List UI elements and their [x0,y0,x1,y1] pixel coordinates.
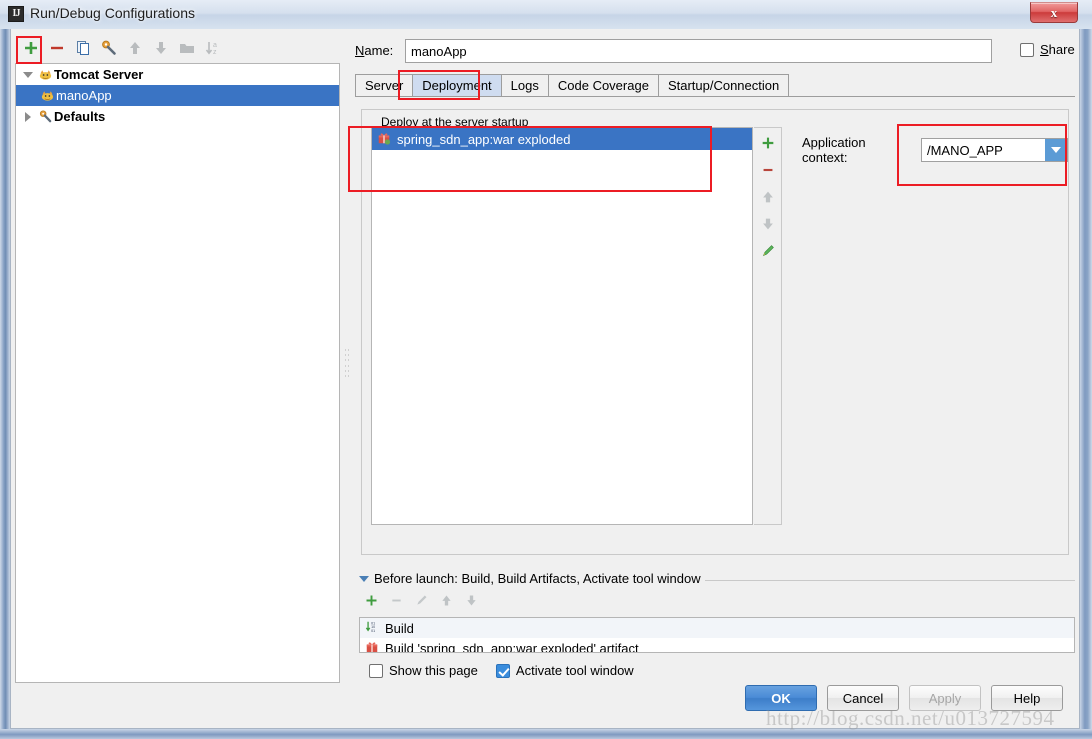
window-title: Run/Debug Configurations [30,5,195,21]
edit-artifact-pencil-icon[interactable] [756,240,780,262]
title-bar: IJ Run/Debug Configurations x [0,0,1092,29]
expand-arrow-icon[interactable] [20,64,36,85]
remove-configuration-button[interactable] [45,36,69,60]
move-task-up-button[interactable] [438,591,454,609]
activate-tool-window-checkbox[interactable]: Activate tool window [495,663,634,678]
tree-node-defaults[interactable]: Defaults [16,106,339,127]
activate-tool-window-label: Activate tool window [515,663,634,678]
application-context-row: Application context: /MANO_APP [802,135,1068,165]
move-configuration-up-button[interactable] [123,36,147,60]
configurations-tree[interactable]: Tomcat Server manoApp Defaults [15,63,340,683]
build-icon: 01 10 01 [365,620,379,637]
cancel-button[interactable]: Cancel [827,685,899,711]
ok-button[interactable]: OK [745,685,817,711]
tab-logs[interactable]: Logs [500,74,549,96]
pane-splitter[interactable] [342,33,352,683]
wrench-icon [36,109,54,124]
list-item[interactable]: spring_sdn_app:war exploded [372,128,752,150]
configurations-pane: a z Tomcat Server manoApp Defaults [15,33,340,683]
task-label: Build [385,620,414,636]
svg-text:a: a [213,42,217,49]
tree-node-tomcat-server[interactable]: Tomcat Server [16,64,339,85]
window-frame-right [1080,0,1092,739]
window-frame-bottom [0,729,1092,739]
add-artifact-button[interactable] [756,132,780,154]
apply-button: Apply [909,685,981,711]
share-checkbox-box[interactable] [1020,42,1034,57]
close-icon: x [1050,5,1058,20]
configurations-toolbar: a z [15,33,340,63]
name-label: Name: [355,43,394,58]
activate-tool-window-checkbox-box[interactable] [495,663,510,678]
splitter-handle[interactable] [344,349,350,377]
svg-text:01: 01 [371,628,375,632]
artifact-icon [377,131,391,148]
before-launch-header[interactable]: Before launch: Build, Build Artifacts, A… [359,571,701,586]
configuration-editor-pane: Name: Share Server Deployment Logs Code … [355,33,1075,683]
deployment-panel: Deploy at the server startup spring_sdn_… [355,97,1075,567]
add-task-button[interactable] [363,591,379,609]
run-debug-configurations-window: IJ Run/Debug Configurations x a z Tomcat… [0,0,1092,739]
edit-task-pencil-icon[interactable] [413,591,429,609]
remove-task-button[interactable] [388,591,404,609]
chevron-down-icon[interactable] [1045,139,1067,161]
deployment-artifacts-list[interactable]: spring_sdn_app:war exploded [371,127,753,525]
copy-configuration-button[interactable] [71,36,95,60]
list-item[interactable]: 01 10 01 Build [360,618,1074,638]
application-context-value[interactable]: /MANO_APP [922,143,1045,158]
tree-node-manoapp[interactable]: manoApp [16,85,339,106]
intellij-idea-icon: IJ [8,6,24,22]
application-context-combobox[interactable]: /MANO_APP [920,138,1068,162]
add-configuration-button[interactable] [19,36,43,60]
artifact-toolbar [754,127,782,525]
sort-configurations-button[interactable]: a z [201,36,225,60]
svg-text:z: z [213,49,217,56]
tab-server[interactable]: Server [355,74,414,96]
chevron-down-icon[interactable] [359,575,369,582]
before-launch-options: Show this page Activate tool window [369,663,634,678]
help-button[interactable]: Help [991,685,1063,711]
move-artifact-down-button[interactable] [756,213,780,235]
before-launch-toolbar [363,591,479,609]
window-frame-left [0,0,10,739]
share-label: Share [1040,42,1075,57]
collapse-arrow-icon[interactable] [20,106,36,127]
show-this-page-checkbox[interactable]: Show this page [369,663,478,678]
before-launch-task-list[interactable]: 01 10 01 Build Build 'spring_sdn_app:war… [359,617,1075,653]
edit-defaults-wrench-icon[interactable] [97,36,121,60]
tree-node-label: Defaults [54,109,106,124]
tree-node-label: manoApp [56,88,112,103]
editor-tabs: Server Deployment Logs Code Coverage Sta… [355,74,1075,97]
deploy-at-startup-group: Deploy at the server startup spring_sdn_… [361,109,1069,555]
move-configuration-down-button[interactable] [149,36,173,60]
move-task-down-button[interactable] [463,591,479,609]
tomcat-icon [38,88,56,103]
share-checkbox[interactable]: Share [1020,42,1075,57]
tab-startup-connection[interactable]: Startup/Connection [657,74,790,96]
show-this-page-label: Show this page [389,663,478,678]
tab-code-coverage[interactable]: Code Coverage [547,74,659,96]
task-label: Build 'spring_sdn_app:war exploded' arti… [385,640,639,653]
artifact-icon [365,640,379,653]
artifact-label: spring_sdn_app:war exploded [397,131,571,147]
remove-artifact-button[interactable] [756,159,780,181]
tomcat-icon [36,67,54,82]
new-folder-button[interactable] [175,36,199,60]
before-launch-section: Before launch: Build, Build Artifacts, A… [355,571,1075,683]
tree-node-label: Tomcat Server [54,67,144,82]
before-launch-title: Before launch: Build, Build Artifacts, A… [374,571,701,586]
application-context-label: Application context: [802,135,866,165]
dialog-button-bar: OK Cancel Apply Help [11,678,1079,718]
close-button[interactable]: x [1030,2,1078,23]
list-item[interactable]: Build 'spring_sdn_app:war exploded' arti… [360,638,1074,653]
name-row: Name: Share [355,39,1075,63]
name-input[interactable] [405,39,992,63]
move-artifact-up-button[interactable] [756,186,780,208]
dialog-body: a z Tomcat Server manoApp Defaults Name:… [10,29,1080,729]
show-this-page-checkbox-box[interactable] [369,663,383,678]
section-divider [705,580,1075,581]
tab-deployment[interactable]: Deployment [412,74,502,96]
